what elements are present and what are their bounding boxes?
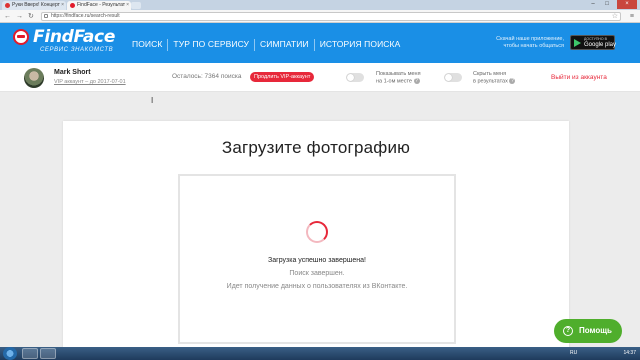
- favicon-icon: [5, 3, 10, 8]
- help-question-icon[interactable]: ?: [509, 77, 516, 84]
- findface-favicon-icon: [70, 3, 75, 8]
- google-play-badge[interactable]: ДОСТУПНО В Google play: [570, 35, 617, 50]
- url-field[interactable]: https://findface.ru/search-result: [41, 12, 621, 21]
- maximize-icon[interactable]: □: [600, 0, 614, 9]
- toggle1-line1: Показывать меня: [376, 71, 421, 77]
- vip-status-link[interactable]: VIP аккаунт – до 2017-07-01: [54, 79, 126, 85]
- question-icon: ?: [563, 326, 573, 336]
- hide-me-label: Скрыть меня в результатах ?: [473, 71, 516, 84]
- logout-link[interactable]: Выйти из аккаунта: [551, 74, 607, 81]
- bookmark-star-icon[interactable]: ☆: [612, 12, 618, 21]
- minimize-icon[interactable]: –: [586, 0, 600, 9]
- url-text: https://findface.ru/search-result: [51, 13, 120, 19]
- extend-vip-button[interactable]: Продлить VIP-аккаунт: [250, 72, 315, 82]
- promo-line-1: Скачай наше приложение,: [496, 36, 564, 42]
- promo-line-2: чтобы начать общаться: [503, 43, 565, 49]
- new-tab-button[interactable]: [131, 2, 141, 9]
- photo-dropzone[interactable]: Загрузка успешно завершена! Поиск заверш…: [178, 174, 456, 344]
- start-button-icon[interactable]: [3, 347, 17, 360]
- upload-card: Загрузите фотографию Загрузка успешно за…: [63, 121, 569, 360]
- clock[interactable]: 14:37: [623, 350, 636, 356]
- tab-label: FindFace - Результат: [77, 2, 126, 8]
- loading-spinner-icon: [306, 221, 328, 243]
- browser-menu-icon[interactable]: ≡: [630, 12, 634, 21]
- nav-likes[interactable]: СИМПАТИИ: [255, 39, 315, 51]
- app-promo-text: Скачай наше приложение, чтобы начать общ…: [486, 36, 564, 50]
- close-tab-icon[interactable]: ×: [61, 1, 64, 10]
- address-bar-row: ← → ↻ https://findface.ru/search-result …: [0, 10, 640, 23]
- close-tab-icon[interactable]: ×: [126, 1, 129, 10]
- fetching-data-text: Идет получение данных о пользователях из…: [226, 283, 408, 290]
- help-label: Помощь: [579, 326, 612, 335]
- searches-remaining: Осталось: 7364 поиска: [172, 73, 242, 80]
- brand-logo[interactable]: FindFace: [33, 27, 115, 47]
- main-nav: ПОИСК ТУР ПО СЕРВИСУ СИМПАТИИ ИСТОРИЯ ПО…: [127, 39, 405, 51]
- reload-icon[interactable]: ↻: [28, 12, 34, 21]
- page-title: Загрузите фотографию: [221, 138, 411, 157]
- taskbar-browser-icon[interactable]: [40, 348, 56, 359]
- show-first-toggle[interactable]: [346, 73, 364, 82]
- text-cursor-icon: I: [151, 96, 154, 105]
- user-bar: Mark Short VIP аккаунт – до 2017-07-01 О…: [0, 63, 640, 92]
- forward-icon[interactable]: →: [16, 12, 23, 21]
- toggle1-line2: на 1-ом месте: [376, 77, 412, 84]
- browser-tab-1[interactable]: Руки Вверх! Концерт ×: [2, 1, 66, 10]
- user-name: Mark Short: [54, 69, 91, 76]
- help-button[interactable]: ? Помощь: [554, 319, 622, 343]
- lock-icon: [44, 14, 48, 18]
- nav-tour[interactable]: ТУР ПО СЕРВИСУ: [168, 39, 256, 51]
- close-window-icon[interactable]: ×: [617, 0, 637, 9]
- google-play-icon: [574, 39, 581, 47]
- taskbar-explorer-icon[interactable]: [22, 348, 38, 359]
- help-question-icon[interactable]: ?: [413, 77, 420, 84]
- site-header: FindFace СЕРВИС ЗНАКОМСТВ ПОИСК ТУР ПО С…: [0, 23, 640, 63]
- back-icon[interactable]: ←: [4, 12, 11, 21]
- toggle2-line2: в результатах: [473, 77, 508, 84]
- browser-tab-bar: Руки Вверх! Концерт × FindFace - Результ…: [0, 0, 640, 10]
- gplay-small-text: ДОСТУПНО В: [584, 37, 607, 41]
- findface-logo-icon[interactable]: [13, 29, 29, 45]
- tab-label: Руки Вверх! Концерт: [12, 2, 60, 8]
- hide-me-toggle[interactable]: [444, 73, 462, 82]
- show-first-label: Показывать меня на 1-ом месте ?: [376, 71, 421, 84]
- upload-success-text: Загрузка успешно завершена!: [268, 257, 366, 264]
- language-indicator[interactable]: RU: [570, 350, 577, 356]
- os-taskbar: RU 14:37: [0, 347, 640, 360]
- gplay-big-text: Google play: [584, 42, 617, 48]
- nav-search[interactable]: ПОИСК: [127, 39, 169, 51]
- search-complete-text: Поиск завершен.: [289, 270, 345, 277]
- avatar[interactable]: [24, 68, 44, 88]
- browser-tab-2[interactable]: FindFace - Результат ×: [67, 1, 131, 10]
- nav-search-history[interactable]: ИСТОРИЯ ПОИСКА: [315, 39, 406, 51]
- brand-subtitle: СЕРВИС ЗНАКОМСТВ: [40, 47, 114, 53]
